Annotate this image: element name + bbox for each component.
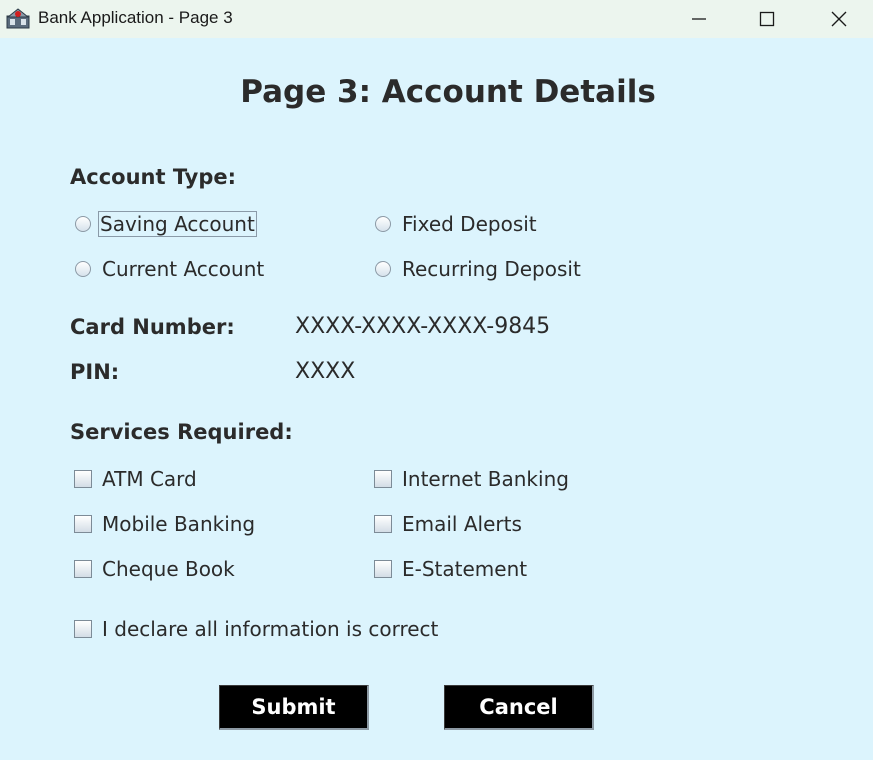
title-bar: Bank Application - Page 3 [0,0,873,38]
checkbox-label: Email Alerts [402,512,522,536]
window-title: Bank Application - Page 3 [38,8,233,27]
services-required-label: Services Required: [70,420,293,444]
radio-label: Fixed Deposit [402,212,537,236]
checkbox[interactable] [374,470,392,488]
checkbox[interactable] [74,620,92,638]
radio-label: Recurring Deposit [402,257,581,281]
radio-saving-account[interactable]: Saving Account [75,210,257,238]
radio-current-account[interactable]: Current Account [75,255,266,283]
checkbox[interactable] [374,515,392,533]
radio-button[interactable] [75,216,91,232]
maximize-button[interactable] [734,0,800,38]
pin-value: XXXX [295,359,356,384]
checkbox[interactable] [74,470,92,488]
checkbox-mobile-banking[interactable]: Mobile Banking [74,510,257,538]
maximize-icon [759,11,775,27]
checkbox-label: ATM Card [102,467,197,491]
app-icon [6,8,30,29]
checkbox-label: E-Statement [402,557,528,581]
checkbox-atm-card[interactable]: ATM Card [74,465,199,493]
close-icon [831,11,847,27]
checkbox-internet-banking[interactable]: Internet Banking [374,465,571,493]
radio-button[interactable] [375,261,391,277]
checkbox-e-statement[interactable]: E-Statement [374,555,529,583]
checkbox[interactable] [74,560,92,578]
radio-label: Saving Account [98,211,257,237]
radio-fixed-deposit[interactable]: Fixed Deposit [375,210,539,238]
minimize-button[interactable] [666,0,732,38]
radio-label: Current Account [102,257,265,281]
minimize-icon [692,18,706,20]
radio-button[interactable] [375,216,391,232]
checkbox-label: Internet Banking [402,467,569,491]
checkbox-label: Cheque Book [102,557,235,581]
checkbox-declaration[interactable]: I declare all information is correct [74,615,440,643]
checkbox[interactable] [74,515,92,533]
card-number-value: XXXX-XXXX-XXXX-9845 [295,314,551,339]
page-title: Page 3: Account Details [240,74,656,110]
checkbox-cheque-book[interactable]: Cheque Book [74,555,237,583]
pin-label: PIN: [70,360,120,384]
submit-button[interactable]: Submit [219,685,369,730]
checkbox-email-alerts[interactable]: Email Alerts [374,510,524,538]
cancel-button[interactable]: Cancel [444,685,594,730]
close-button[interactable] [806,0,872,38]
account-type-label: Account Type: [70,165,237,189]
card-number-label: Card Number: [70,315,235,339]
radio-button[interactable] [75,261,91,277]
checkbox-label: I declare all information is correct [102,617,439,641]
checkbox-label: Mobile Banking [102,512,256,536]
checkbox[interactable] [374,560,392,578]
radio-recurring-deposit[interactable]: Recurring Deposit [375,255,583,283]
